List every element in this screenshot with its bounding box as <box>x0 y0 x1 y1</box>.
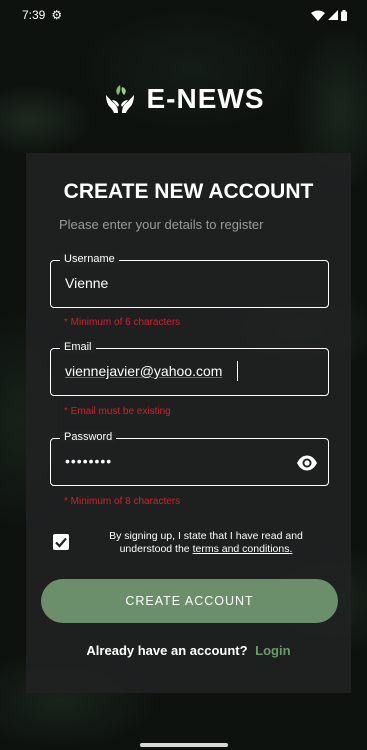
create-account-button[interactable]: CREATE ACCOUNT <box>41 579 338 623</box>
password-field[interactable]: Password •••••••• <box>50 431 329 486</box>
email-hint: * Email must be existing <box>64 406 171 417</box>
hands-leaf-icon <box>105 85 134 113</box>
page-subtitle: Please enter your details to register <box>59 217 264 232</box>
app-logo: E-NEWS <box>0 82 367 116</box>
username-label: Username <box>60 253 119 265</box>
email-value: viennejavier@yahoo.com <box>65 363 223 379</box>
battery-icon <box>341 9 347 21</box>
password-label: Password <box>60 431 117 443</box>
page-title: CREATE NEW ACCOUNT <box>63 180 314 203</box>
register-card: CREATE NEW ACCOUNT Please enter your det… <box>26 153 351 693</box>
check-icon <box>55 537 67 548</box>
status-icons <box>311 9 347 21</box>
username-value: Vienne <box>65 275 109 291</box>
login-prompt: Already have an account? <box>86 643 248 658</box>
terms-line-2-prefix: understood the <box>119 543 193 555</box>
terms-line-1: By signing up, I state that I have read … <box>109 530 303 542</box>
login-row: Already have an account? Login <box>26 643 351 658</box>
text-caret <box>237 361 238 381</box>
status-bar: 7:39 ⚙ <box>0 0 367 30</box>
terms-link[interactable]: terms and conditions. <box>193 543 293 555</box>
gear-icon: ⚙ <box>51 8 63 22</box>
email-field[interactable]: Email viennejavier@yahoo.com <box>50 341 329 396</box>
username-hint: * Minimum of 6 characters <box>64 317 181 328</box>
username-field[interactable]: Username Vienne <box>50 253 329 308</box>
terms-checkbox[interactable] <box>53 534 69 550</box>
home-indicator[interactable] <box>140 743 228 747</box>
password-hint: * Minimum of 8 characters <box>64 496 181 507</box>
signal-icon <box>328 10 338 20</box>
login-link[interactable]: Login <box>255 643 290 658</box>
email-label: Email <box>60 341 96 353</box>
terms-text: By signing up, I state that I have read … <box>86 530 326 556</box>
status-time: 7:39 <box>22 8 46 22</box>
wifi-icon <box>311 10 325 21</box>
app-name: E-NEWS <box>146 83 265 114</box>
password-value: •••••••• <box>65 453 113 469</box>
eye-icon[interactable] <box>296 452 318 474</box>
